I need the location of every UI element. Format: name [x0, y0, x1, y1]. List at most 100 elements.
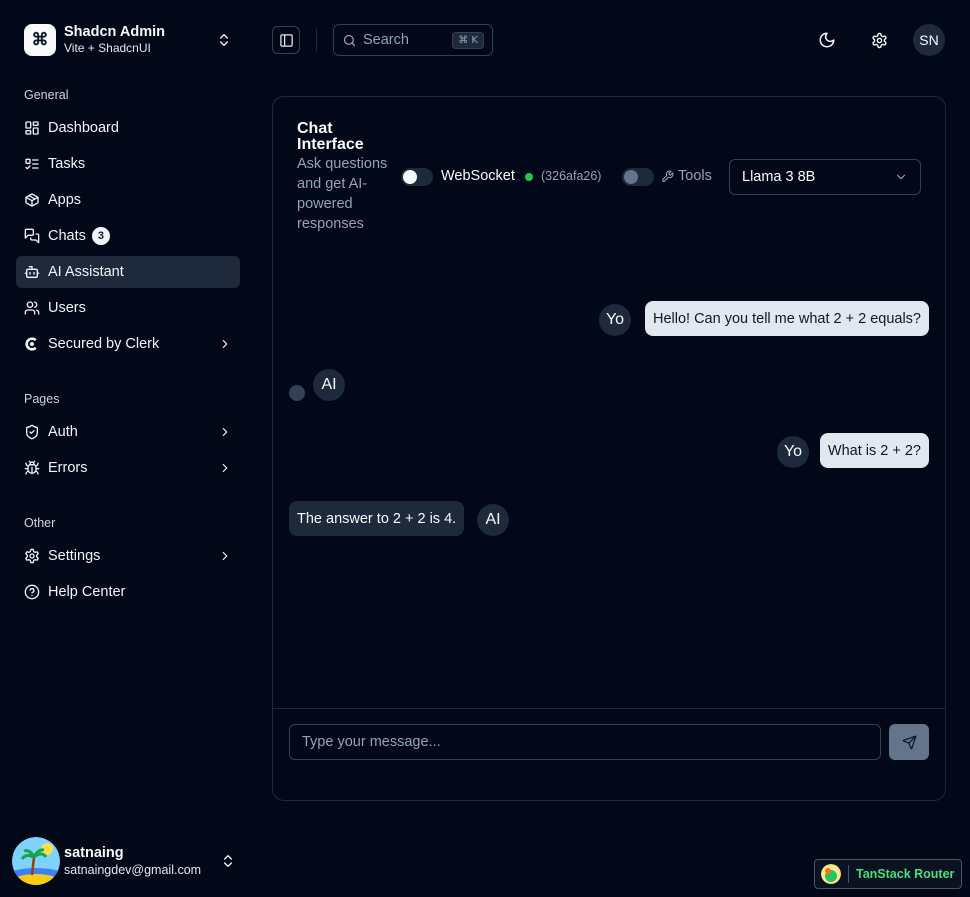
layout-dashboard-icon — [25, 121, 39, 135]
chevrons-up-down-icon — [224, 855, 232, 867]
chevrons-up-down-icon — [220, 34, 228, 46]
websocket-label: WebSocket — [441, 168, 515, 184]
help-circle-icon — [24, 584, 40, 600]
message-bubble-user: What is 2 + 2? — [819, 433, 929, 468]
search-button[interactable]: Search ⌘ K — [333, 24, 493, 56]
nav-group-other: Other — [24, 516, 56, 530]
connection-id: (326afa26) — [541, 169, 602, 183]
tools-toggle[interactable] — [622, 168, 654, 186]
tools-label-group: Tools — [661, 168, 712, 184]
team-switcher[interactable]: ⌘ Shadcn Admin Vite + ShadcnUI — [16, 16, 240, 64]
messages-icon — [24, 228, 40, 244]
team-name: Shadcn Admin — [64, 24, 165, 40]
list-todo-icon — [25, 158, 39, 170]
message-input[interactable] — [289, 724, 881, 760]
composer-divider — [273, 708, 945, 709]
user-name: satnaing — [64, 844, 124, 861]
moon-icon — [819, 32, 835, 48]
sidebar-item-dashboard[interactable]: Dashboard — [16, 112, 240, 144]
team-info: Shadcn Admin Vite + ShadcnUI — [64, 24, 216, 56]
sidebar-item-label: Dashboard — [48, 120, 119, 136]
user-message-avatar: Yo — [599, 304, 631, 336]
sidebar-item-label: AI Assistant — [48, 264, 124, 280]
chevron-right-icon — [222, 339, 228, 349]
model-select[interactable]: Llama 3 8B — [729, 159, 921, 195]
sidebar-item-label-wrap: Chats 3 — [48, 227, 232, 245]
chevron-right-icon — [222, 551, 228, 561]
sidebar-item-secured-by-clerk[interactable]: Secured by Clerk — [16, 328, 240, 360]
send-button[interactable] — [889, 724, 929, 760]
search-icon — [343, 34, 356, 46]
ai-message-avatar: AI — [313, 369, 345, 401]
sidebar-item-apps[interactable]: Apps — [16, 184, 240, 216]
message-bubble-user: Hello! Can you tell me what 2 + 2 equals… — [644, 301, 929, 336]
sidebar-item-users[interactable]: Users — [16, 292, 240, 324]
switch-thumb — [403, 170, 417, 184]
user-avatar — [12, 837, 60, 885]
send-icon — [902, 735, 916, 749]
bug-icon — [24, 460, 40, 475]
chevron-right-icon — [222, 463, 228, 473]
typing-indicator — [289, 385, 305, 401]
nav-group-general: General — [24, 88, 69, 102]
avatar-initials: SN — [919, 32, 939, 48]
user-menu[interactable]: satnaing satnaingdev@gmail.com — [8, 833, 240, 889]
websocket-toggle[interactable] — [401, 168, 433, 186]
sidebar-item-label: Errors — [48, 460, 88, 476]
sidebar-item-chats[interactable]: Chats 3 — [16, 220, 240, 252]
panel-left-icon — [279, 33, 293, 47]
sidebar-item-label: Help Center — [48, 584, 126, 600]
message-bubble-ai: The answer to 2 + 2 is 4. — [289, 501, 465, 536]
chevron-right-icon — [222, 427, 228, 437]
bot-icon — [24, 266, 40, 278]
sidebar-item-help-center[interactable]: Help Center — [16, 576, 240, 608]
devtools-separator — [848, 865, 849, 883]
model-select-value: Llama 3 8B — [742, 169, 816, 185]
command-icon: ⌘ — [24, 24, 56, 56]
profile-avatar-button[interactable]: SN — [913, 24, 945, 56]
nav-group-pages: Pages — [24, 392, 60, 406]
wrench-icon — [662, 170, 674, 182]
sidebar-item-ai-assistant[interactable]: AI Assistant — [16, 256, 240, 288]
sidebar-item-label: Tasks — [48, 156, 86, 172]
gear-icon — [871, 32, 887, 48]
search-placeholder: Search — [363, 32, 409, 48]
sidebar-item-auth[interactable]: Auth — [16, 416, 240, 448]
sidebar-item-label: Chats — [48, 228, 86, 244]
settings-button[interactable] — [863, 24, 895, 56]
page-title: Chat Interface — [297, 120, 364, 153]
chevron-down-icon — [896, 174, 906, 180]
shield-check-icon — [26, 424, 38, 440]
ai-message-avatar: AI — [477, 504, 509, 536]
settings-icon — [25, 548, 39, 564]
user-message-avatar: Yo — [777, 436, 809, 468]
sidebar-item-label: Apps — [48, 192, 82, 208]
header-separator — [316, 28, 317, 52]
sidebar-item-label: Auth — [48, 424, 78, 440]
connection-status-dot — [525, 173, 533, 181]
user-email: satnaingdev@gmail.com — [64, 862, 202, 877]
tools-label: Tools — [678, 168, 712, 184]
switch-thumb — [624, 170, 638, 184]
sidebar-item-label: Users — [48, 300, 86, 316]
team-plan: Vite + ShadcnUI — [64, 41, 151, 55]
sidebar-item-tasks[interactable]: Tasks — [16, 148, 240, 180]
sidebar-item-label: Secured by Clerk — [48, 336, 160, 352]
clerk-icon — [25, 337, 37, 351]
users-icon — [24, 301, 40, 315]
chat-card: Chat Interface Ask questions and get AI-… — [272, 96, 946, 801]
sidebar-item-label: Settings — [48, 548, 101, 564]
theme-toggle-button[interactable] — [811, 24, 843, 56]
page-description: Ask questions and get AI-powered respons… — [297, 156, 388, 232]
sidebar-item-errors[interactable]: Errors — [16, 452, 240, 484]
sidebar: ⌘ Shadcn Admin Vite + ShadcnUI General D… — [0, 0, 256, 897]
router-devtools-button[interactable]: TanStack Router — [814, 859, 962, 889]
user-info: satnaing satnaingdev@gmail.com — [64, 845, 220, 878]
devtools-label: TanStack Router — [856, 867, 955, 881]
package-icon — [25, 193, 39, 207]
unread-count-badge: 3 — [91, 227, 110, 245]
sidebar-toggle-button[interactable] — [272, 26, 300, 54]
tanstack-logo-icon — [821, 864, 841, 884]
search-shortcut: ⌘ K — [452, 31, 484, 49]
sidebar-item-settings[interactable]: Settings — [16, 540, 240, 572]
